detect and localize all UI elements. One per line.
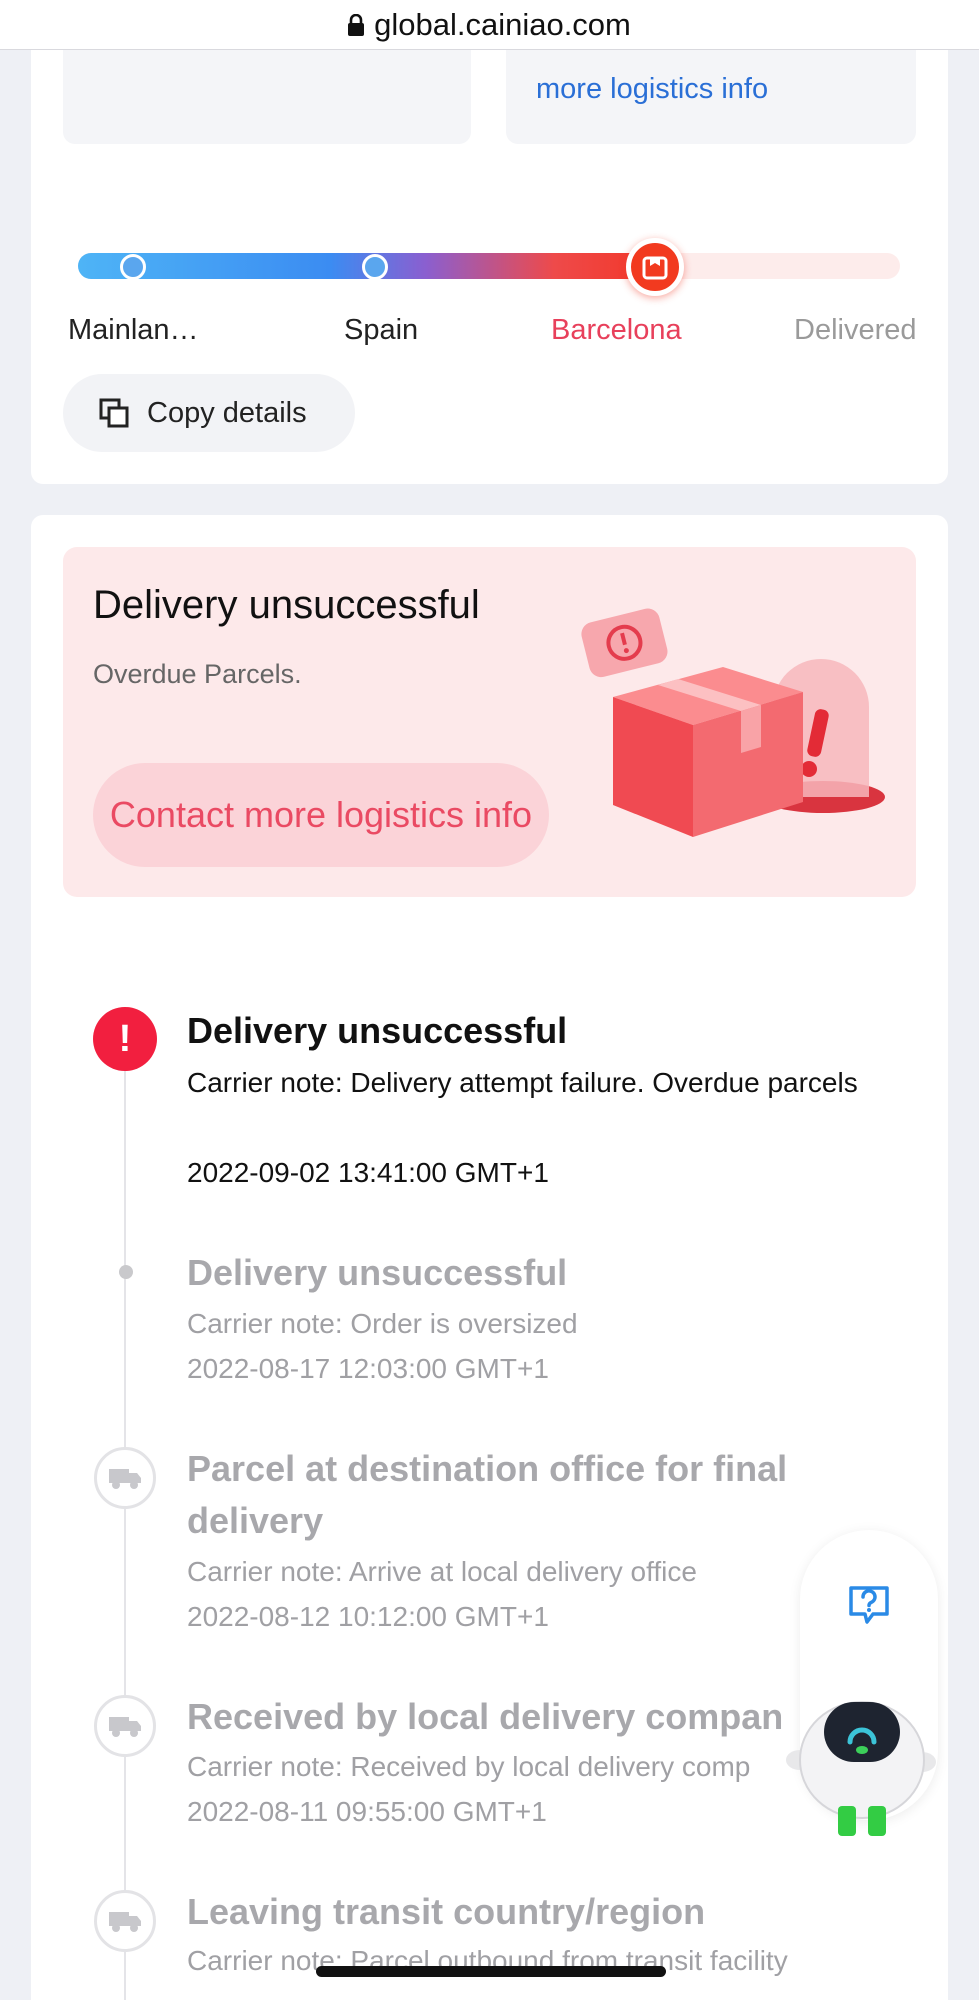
contact-logistics-button[interactable]: Contact more logistics info (93, 763, 549, 867)
address-bar[interactable]: global.cainiao.com (0, 0, 979, 50)
timeline-title-2: Delivery unsuccessful (187, 1252, 568, 1293)
timeline-time-4: 2022-08-11 09:55:00 GMT+1 (187, 1796, 547, 1827)
progress-fill (78, 253, 638, 279)
info-box-left (63, 50, 471, 144)
truck-icon (94, 1447, 156, 1509)
timeline-note-3: Carrier note: Arrive at local delivery o… (187, 1556, 697, 1587)
delivery-status-panel: Delivery unsuccessful Overdue Parcels. C… (63, 547, 916, 897)
stage-node-mainland (120, 254, 146, 280)
timeline-title-1: Delivery unsuccessful (187, 1010, 568, 1051)
assistant-robot-icon[interactable] (780, 1680, 940, 1840)
timeline-note-1: Carrier note: Delivery attempt failure. … (187, 1067, 858, 1098)
timeline-time-1: 2022-09-02 13:41:00 GMT+1 (187, 1157, 549, 1188)
truck-icon (94, 1890, 156, 1952)
stage-label-spain: Spain (344, 314, 419, 346)
timeline-title-5: Leaving transit country/region (187, 1891, 706, 1932)
parcel-icon (642, 256, 668, 280)
copy-icon (99, 398, 129, 428)
timeline-connector (124, 1055, 126, 2000)
failed-parcel-illustration (581, 608, 885, 837)
alert-icon: ! (93, 1007, 157, 1071)
home-indicator (316, 1966, 666, 1977)
stage-label-barcelona: Barcelona (551, 314, 682, 346)
copy-details-button[interactable]: Copy details (63, 374, 355, 452)
timeline-title-4: Received by local delivery compan (187, 1696, 784, 1737)
tracking-progress-card: more logistics info Mainlan… Spain Barce… (31, 50, 948, 484)
stage-label-mainland: Mainlan… (68, 314, 199, 346)
help-icon[interactable] (845, 1580, 893, 1628)
more-logistics-link[interactable]: more logistics info (536, 73, 768, 106)
lock-icon (348, 13, 365, 36)
timeline-note-2: Carrier note: Order is oversized (187, 1308, 578, 1339)
copy-details-label: Copy details (147, 396, 307, 429)
stage-label-delivered: Delivered (794, 314, 917, 346)
truck-icon (94, 1695, 156, 1757)
status-title: Delivery unsuccessful (93, 583, 480, 627)
progress-track (78, 253, 900, 279)
timeline-time-3: 2022-08-12 10:12:00 GMT+1 (187, 1601, 549, 1632)
timeline-note-4: Carrier note: Received by local delivery… (187, 1751, 751, 1782)
url-text: global.cainiao.com (374, 6, 631, 42)
timeline-title-3: Parcel at destination office for final d… (187, 1448, 788, 1541)
stage-node-current (626, 238, 684, 296)
status-subtitle: Overdue Parcels. (93, 659, 302, 689)
stage-node-spain (362, 254, 388, 280)
timeline-time-2: 2022-08-17 12:03:00 GMT+1 (187, 1353, 549, 1384)
dot-icon (119, 1265, 133, 1279)
